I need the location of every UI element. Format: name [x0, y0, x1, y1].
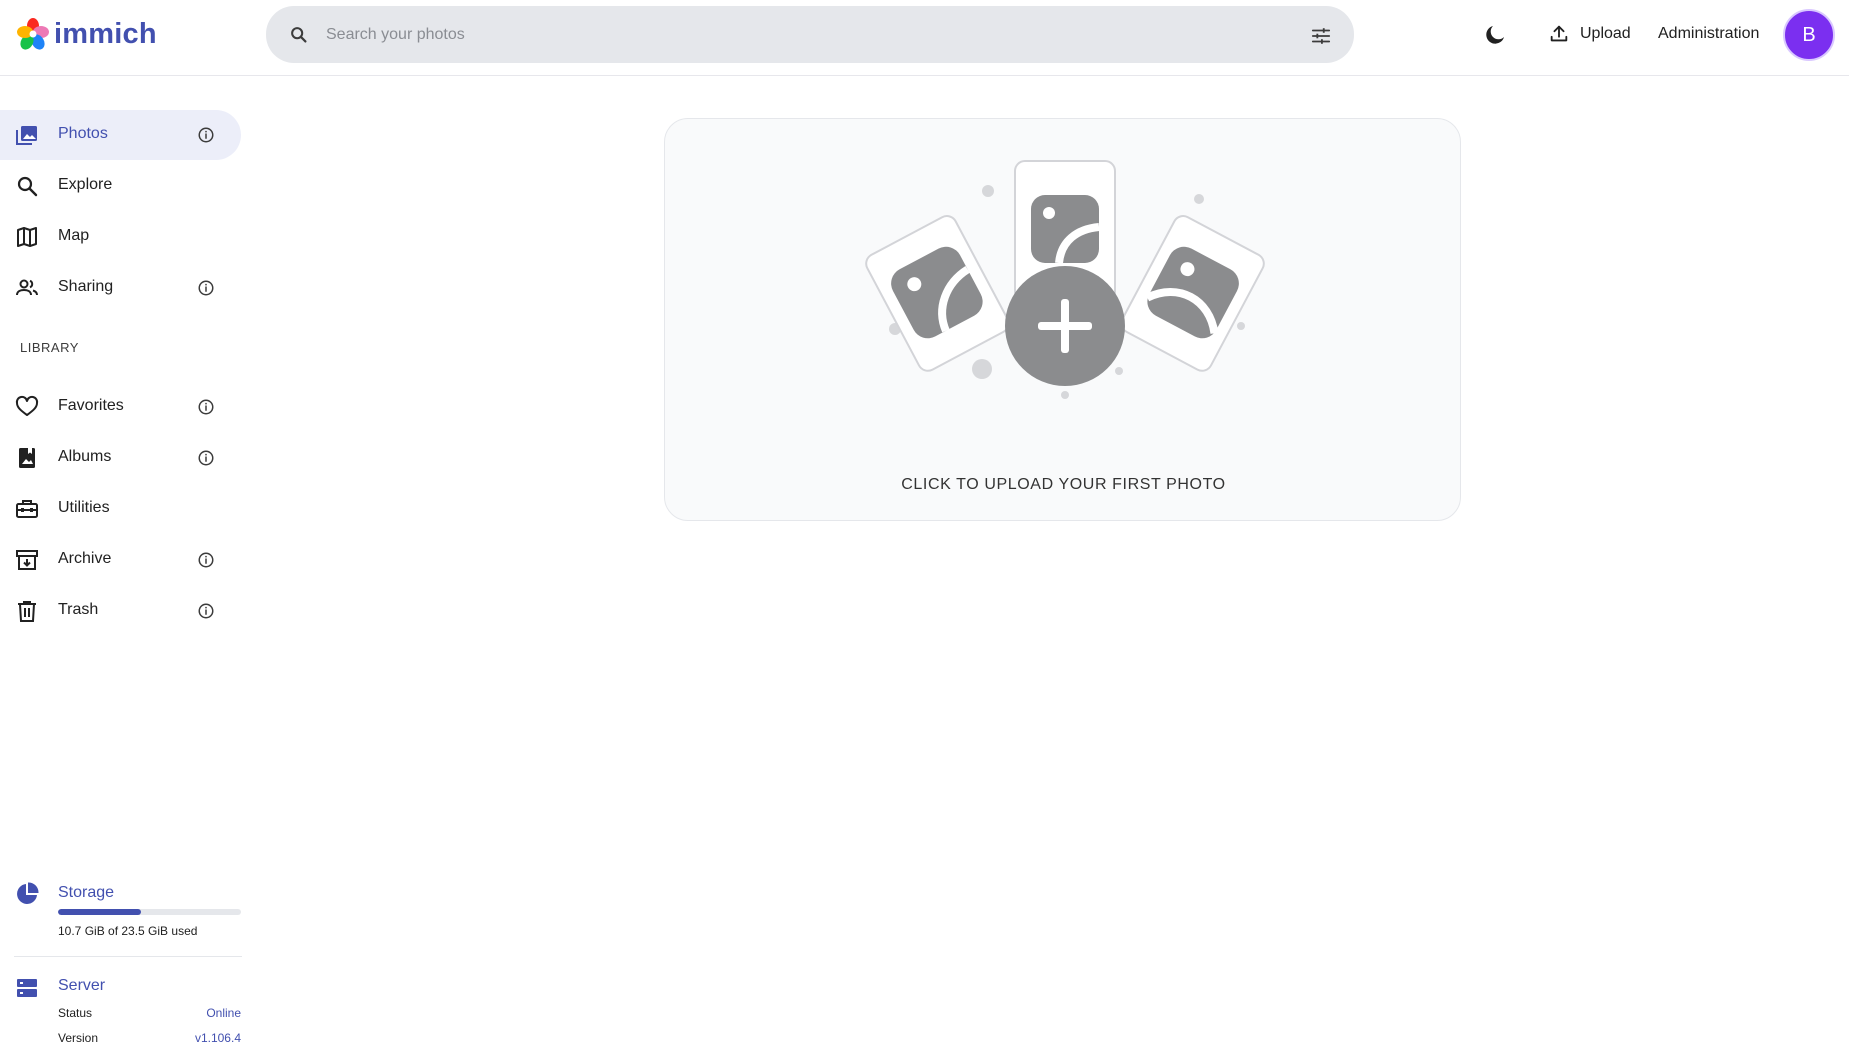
search-icon[interactable]	[288, 24, 310, 46]
sidebar-item-trash[interactable]: Trash	[0, 586, 241, 636]
archive-icon	[16, 550, 38, 570]
pie-chart-icon	[17, 882, 39, 904]
search-options-icon[interactable]	[1310, 25, 1332, 47]
theme-toggle-button[interactable]	[1480, 20, 1510, 50]
sidebar-item-albums[interactable]: Albums	[0, 433, 241, 483]
search-bar[interactable]	[266, 6, 1354, 63]
heart-icon	[15, 395, 39, 416]
info-icon[interactable]	[197, 602, 215, 620]
storage-title: Storage	[58, 884, 115, 901]
upload-icon	[1550, 25, 1568, 42]
sidebar-item-label: Utilities	[58, 499, 110, 516]
server-version-value[interactable]: v1.106.4	[195, 1031, 241, 1045]
explore-icon	[17, 176, 38, 197]
sidebar-item-favorites[interactable]: Favorites	[0, 382, 241, 432]
info-icon[interactable]	[197, 449, 215, 467]
empty-photos-illustration	[865, 160, 1265, 399]
sidebar-item-map[interactable]: Map	[0, 212, 241, 262]
administration-button[interactable]: Administration	[1652, 14, 1765, 54]
sidebar-item-explore[interactable]: Explore	[0, 161, 241, 211]
library-section-label: LIBRARY	[20, 340, 79, 355]
user-avatar[interactable]: B	[1783, 9, 1835, 61]
sidebar-item-label: Sharing	[58, 278, 114, 295]
immich-logo[interactable]: immich	[16, 16, 157, 52]
administration-label: Administration	[1658, 25, 1760, 42]
sidebar-item-label: Albums	[58, 448, 112, 465]
info-icon[interactable]	[197, 126, 215, 144]
immich-logo-icon	[17, 18, 49, 50]
server-status-label: Status	[58, 1006, 93, 1020]
info-icon[interactable]	[197, 551, 215, 569]
trash-icon	[18, 601, 36, 622]
toolbox-icon	[16, 500, 38, 518]
sidebar-item-archive[interactable]: Archive	[0, 535, 241, 585]
upload-first-photo-card[interactable]: CLICK TO UPLOAD YOUR FIRST PHOTO	[664, 118, 1461, 521]
sidebar: Photos Explore Map Sharing LIBRARY Favor…	[0, 77, 242, 1063]
app-name: immich	[54, 17, 157, 50]
server-version-label: Version	[58, 1031, 99, 1045]
server-version-row: Version v1.106.4	[58, 1031, 241, 1045]
sidebar-item-label: Explore	[58, 176, 113, 193]
storage-usage-fill	[58, 909, 142, 915]
upload-button[interactable]: Upload	[1538, 14, 1641, 54]
sidebar-item-label: Photos	[58, 125, 108, 142]
sidebar-item-label: Trash	[58, 601, 99, 618]
server-status-value: Online	[206, 1006, 241, 1020]
storage-usage-text: 10.7 GiB of 23.5 GiB used	[58, 924, 198, 938]
top-bar: immich Upload Administration B	[0, 0, 1849, 76]
sidebar-item-utilities[interactable]: Utilities	[0, 484, 241, 534]
sidebar-item-label: Archive	[58, 550, 112, 567]
info-icon[interactable]	[197, 279, 215, 297]
search-input[interactable]	[326, 6, 1266, 63]
map-icon	[17, 227, 37, 247]
sidebar-item-label: Map	[58, 227, 90, 244]
photos-icon	[16, 126, 37, 145]
albums-icon	[19, 448, 35, 468]
info-icon[interactable]	[197, 398, 215, 416]
sidebar-item-photos[interactable]: Photos	[0, 110, 241, 160]
avatar-initial: B	[1802, 23, 1816, 46]
moon-icon	[1486, 26, 1504, 44]
upload-first-photo-text: CLICK TO UPLOAD YOUR FIRST PHOTO	[901, 476, 1226, 493]
sharing-icon	[16, 279, 38, 296]
sidebar-item-sharing[interactable]: Sharing	[0, 263, 241, 313]
server-title: Server	[58, 977, 106, 994]
sidebar-divider	[14, 956, 242, 957]
storage-usage-bar	[58, 909, 241, 915]
server-icon	[17, 979, 37, 997]
server-status-row: Status Online	[58, 1006, 241, 1020]
upload-label: Upload	[1580, 25, 1631, 42]
sidebar-item-label: Favorites	[58, 397, 124, 414]
